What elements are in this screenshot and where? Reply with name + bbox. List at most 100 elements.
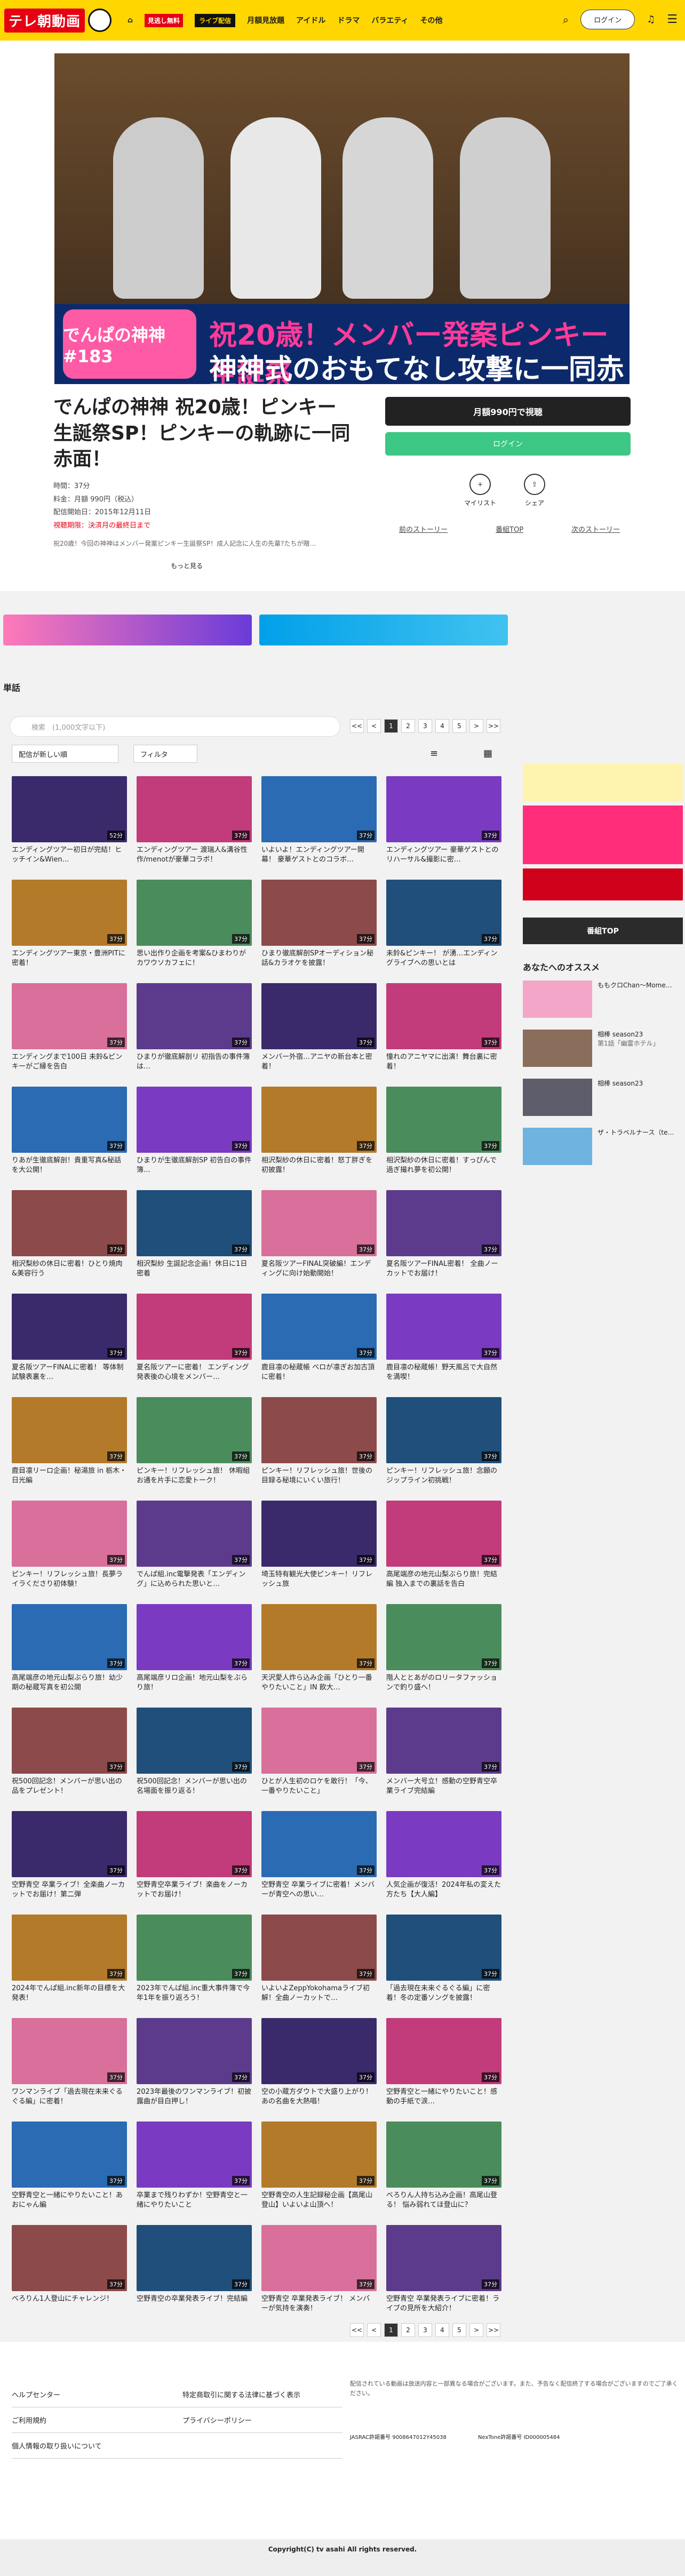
ad-banner[interactable] [3, 615, 252, 645]
episode-card[interactable]: 37分 ひまりが生徹底解剖SP 初告白の事件簿… [137, 1087, 252, 1190]
episode-card[interactable]: 37分 エンディングツアー東京・豊洲PITに密着！ [12, 880, 127, 983]
rec-item[interactable]: ザ・トラベルナース（te… [523, 1128, 683, 1165]
episode-card[interactable]: 37分 夏名阪ツアーFINALに密着！ 等体制試験表裏を… [12, 1294, 127, 1397]
prev-story-link[interactable]: 前のストーリー [399, 524, 448, 534]
episode-card[interactable]: 37分 相沢梨紗の休日に密着！ひとり焼肉&美容行う [12, 1190, 127, 1294]
nav-item[interactable]: ドラマ [337, 15, 360, 26]
episode-card[interactable]: 37分 夏名阪ツアーFINAL突破編！エンディングに向け始動開始！ [261, 1190, 377, 1294]
footer-link[interactable]: ご利用規約 [12, 2415, 46, 2425]
episode-card[interactable]: 37分 ひまりが徹底解剖リ 初指告の事件簿は… [137, 983, 252, 1087]
episode-card[interactable]: 37分 ひまり徹底解剖SPオーディション秘話&カラオケを披露！ [261, 880, 377, 983]
episode-card[interactable]: 37分 祝500回記念！メンバーが思い出の品をプレゼント！ [12, 1708, 127, 1811]
episode-card[interactable]: 37分 人気企画が復活！2024年私の変えた方たち【大人編】 [386, 1811, 501, 1915]
ad-banner[interactable] [259, 615, 508, 645]
page-btn[interactable]: > [469, 2323, 483, 2337]
episode-card[interactable]: 37分 夏名阪ツアーFINAL密着！ 全曲ノーカットでお届け！ [386, 1190, 501, 1294]
home-icon[interactable]: ⌂ [128, 16, 133, 25]
episode-card[interactable]: 37分 ピンキー！リフレッシュ旅！世後の目録る秘境にいくい旅行！ [261, 1397, 377, 1501]
page-btn[interactable]: > [469, 719, 483, 733]
rec-item[interactable]: 相棒 season23 第1話「幽霊ホテル」 [523, 1030, 683, 1067]
episode-card[interactable]: 37分 階人ととあがのロリータファッションで釣り盛へ！ [386, 1604, 501, 1708]
buy-button[interactable]: 月額990円で視聴 [385, 397, 631, 426]
episode-card[interactable]: 37分 空野青空と一緒にやりたいこと！あおにゃん編 [12, 2122, 127, 2225]
episode-card[interactable]: 37分 べろりん人持ち込み企画！高尾山登る！ 悩み弱れてほ登山に？ [386, 2122, 501, 2225]
episode-card[interactable]: 37分 空野青空の卒業発表ライブ！完結編 [137, 2225, 252, 2328]
episode-card[interactable]: 37分 夏名阪ツアーに密着！ エンディング発表後の心境をメンバー… [137, 1294, 252, 1397]
mylist-button[interactable]: + マイリスト [464, 474, 496, 507]
footer-link[interactable]: 個人情報の取り扱いについて [12, 2441, 102, 2451]
episode-card[interactable]: 37分 いよいよ！エンディングツアー開幕！ 豪華ゲストとのコラボ… [261, 776, 377, 880]
search-input[interactable]: 検索 (1,000文字以下) [10, 716, 340, 737]
episode-card[interactable]: 37分 相沢梨紗 生誕記念企画！休日に1日密着 [137, 1190, 252, 1294]
episode-card[interactable]: 37分 2024年でんぱ組.inc新年の目標を大発表！ [12, 1915, 127, 2018]
episode-card[interactable]: 37分 いよいよZeppYokohamaライブ初解！全曲ノーカットで… [261, 1915, 377, 2018]
episode-card[interactable]: 37分 「過去現在未来ぐるぐる編」に密着！冬の定番ソングを披露！ [386, 1915, 501, 2018]
episode-card[interactable]: 37分 祝500回記念！メンバーが思い出の名場面を振り返る！ [137, 1708, 252, 1811]
episode-card[interactable]: 37分 2023年最後のワンマンライブ！初披露曲が目白押し！ [137, 2018, 252, 2122]
episode-card[interactable]: 37分 相沢梨紗の休日に密着！怒丁胖ぎを初披露！ [261, 1087, 377, 1190]
side-ad[interactable] [523, 764, 683, 801]
episode-card[interactable]: 37分 空の小蔵方ダウトで大盛り上がり！あの名曲を大熱唱！ [261, 2018, 377, 2122]
login-green-button[interactable]: ログイン [385, 432, 631, 456]
menu-icon[interactable]: ☰ [667, 13, 678, 26]
page-btn[interactable]: 2 [401, 719, 415, 733]
filter-select[interactable]: フィルタ [133, 745, 197, 763]
episode-card[interactable]: 37分 メンバー大号立！感動の空野青空卒業ライブ完結編 [386, 1708, 501, 1811]
episode-card[interactable]: 37分 天沢愛人炸ら込み企画「ひとり一番やりたいこと」IN 飲大… [261, 1604, 377, 1708]
page-btn[interactable]: < [367, 2323, 381, 2337]
nav-item[interactable]: その他 [420, 15, 443, 26]
episode-card[interactable]: 37分 空野青空 卒業ライブに密着！メンバーが青空への思い… [261, 1811, 377, 1915]
episode-card[interactable]: 37分 空野青空 卒業ライブ！全楽曲ノーカットでお届け！第二弾 [12, 1811, 127, 1915]
episode-card[interactable]: 37分 2023年でんぱ組.inc重大事件簿で今年1年を振り返ろう！ [137, 1915, 252, 2018]
nav-item[interactable]: バラエティ [371, 15, 408, 26]
episode-card[interactable]: 37分 空野青空 卒業発表ライブ！ メンバーが気持を演奏！ [261, 2225, 377, 2328]
episode-card[interactable]: 37分 エンディングツアー 渡瑞人&溝谷性作/menotが豪華コラボ！ [137, 776, 252, 880]
footer-link[interactable]: 特定商取引に関する法律に基づく表示 [182, 2389, 342, 2399]
side-ad[interactable] [523, 868, 683, 900]
search-icon[interactable]: ⌕ [563, 13, 569, 26]
episode-card[interactable]: 37分 憧れのアニヤマに出演！舞台裏に密着！ [386, 983, 501, 1087]
episode-card[interactable]: 37分 エンディングまで100日 未鈴&ピンキーがご縁を告白 [12, 983, 127, 1087]
episode-card[interactable]: 37分 でんぱ組.inc電撃発表「エンディング」に込められた思いと… [137, 1501, 252, 1604]
episode-card[interactable]: 37分 空野青空卒業ライブ！楽曲をノーカットでお届け！ [137, 1811, 252, 1915]
episode-card[interactable]: 37分 ピンキー！リフレッシュ旅！ 休暇組 お通を片手に恋愛トーク！ [137, 1397, 252, 1501]
next-story-link[interactable]: 次のストーリー [571, 524, 620, 534]
more-link[interactable]: もっと見る [171, 561, 203, 570]
page-btn[interactable]: >> [487, 719, 500, 733]
footer-link[interactable] [182, 2441, 342, 2451]
page-btn[interactable]: >> [487, 2323, 500, 2337]
page-btn[interactable]: 1 [384, 2323, 398, 2337]
nav-item[interactable]: 月額見放題 [247, 15, 284, 26]
episode-card[interactable]: 37分 メンバー外宿…アニヤの新台本と密着！ [261, 983, 377, 1087]
episode-card[interactable]: 37分 卒業まで残りわずか！空野青空と一緒にやりたいこと [137, 2122, 252, 2225]
page-btn[interactable]: 3 [418, 719, 432, 733]
episode-card[interactable]: 37分 ピンキー！リフレッシュ旅！長夢ライラくださり初体験！ [12, 1501, 127, 1604]
site-logo[interactable]: テレ朝動画 [4, 8, 85, 33]
episode-card[interactable]: 37分 高尾端彦の地元山梨ぶらり旅！幼少期の秘蔵写真を初公開 [12, 1604, 127, 1708]
episode-card[interactable]: 37分 空野青空の人生記録秘企画【高尾山登山】いよいよ山頂へ！ [261, 2122, 377, 2225]
episode-card[interactable]: 52分 エンディングツアー初日が完結！ヒッチイン&Wien… [12, 776, 127, 880]
rec-item[interactable]: ももクロChan〜Mome… [523, 980, 683, 1018]
side-ad[interactable] [523, 806, 683, 864]
episode-card[interactable]: 37分 ひとが人生初のロケを敢行！「今、一番やりたいこと」 [261, 1708, 377, 1811]
episode-card[interactable]: 37分 りあが生徹底解剖！貴重写真&秘話を大公開！ [12, 1087, 127, 1190]
page-btn[interactable]: 2 [401, 2323, 415, 2337]
episode-card[interactable]: 37分 鹿目凛リーロ企画！秘湯旅 in 栃木・日光編 [12, 1397, 127, 1501]
login-button[interactable]: ログイン [580, 10, 635, 29]
episode-card[interactable]: 37分 高尾端彦の地元山梨ぶらり旅！完結編 独入までの裏話を告白 [386, 1501, 501, 1604]
page-btn[interactable]: 5 [452, 719, 466, 733]
episode-card[interactable]: 37分 空野青空と一緒にやりたいこと！感動の手紙で涙… [386, 2018, 501, 2122]
page-btn[interactable]: 1 [384, 719, 398, 733]
footer-link[interactable]: ヘルプセンター [12, 2389, 60, 2399]
hero-image[interactable]: でんぱの神神 #183 祝20歳！メンバー発案ピンキー生誕祭 神神式のおもてなし… [54, 53, 630, 384]
sort-select[interactable]: 配信が新しい順 [12, 745, 118, 763]
episode-card[interactable]: 37分 ピンキー！リフレッシュ旅！念願のジップライン初挑戦！ [386, 1397, 501, 1501]
episode-card[interactable]: 37分 エンディングツアー 豪華ゲストとのリハーサル&撮影に密… [386, 776, 501, 880]
episode-card[interactable]: 37分 埼玉特有観光大使ピンキー！リフレッシュ旅 [261, 1501, 377, 1604]
program-top-link[interactable]: 番組TOP [496, 524, 523, 534]
sidebar-top-button[interactable]: 番組TOP [523, 918, 683, 944]
episode-card[interactable]: 37分 鹿目凛の秘蔵帳！野天風呂で大自然を満喫！ [386, 1294, 501, 1397]
episode-card[interactable]: 37分 べろりん1人登山にチャレンジ！ [12, 2225, 127, 2328]
episode-card[interactable]: 37分 相沢梨紗の休日に密着！すっぴんで過ぎ撮れ夢を初公開！ [386, 1087, 501, 1190]
nav-free[interactable]: 見逃し無料 [145, 13, 184, 27]
